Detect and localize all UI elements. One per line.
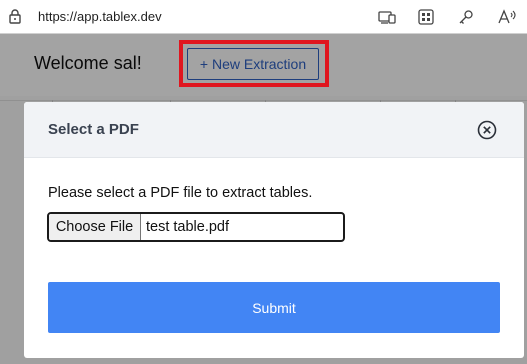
key-icon[interactable] [457, 8, 475, 26]
modal-title: Select a PDF [48, 121, 139, 138]
read-aloud-icon[interactable] [497, 8, 517, 26]
instructions-text: Please select a PDF file to extract tabl… [48, 185, 313, 201]
close-icon [477, 120, 497, 140]
close-button[interactable] [476, 119, 498, 141]
highlight-annotation [179, 40, 329, 87]
modal-header: Select a PDF [24, 102, 524, 158]
url-field[interactable]: https://app.tablex.dev [38, 8, 162, 25]
select-pdf-modal: Select a PDF Please select a PDF file to… [24, 102, 524, 358]
browser-address-bar: https://app.tablex.dev [0, 0, 527, 34]
lock-icon[interactable] [8, 8, 22, 24]
apps-icon[interactable] [417, 8, 435, 26]
pdf-file-input[interactable]: Choose File test table.pdf [47, 212, 345, 242]
choose-file-button[interactable]: Choose File [49, 214, 141, 240]
selected-file-name: test table.pdf [146, 219, 230, 235]
submit-button[interactable]: Submit [48, 282, 500, 333]
device-icon[interactable] [378, 8, 396, 26]
